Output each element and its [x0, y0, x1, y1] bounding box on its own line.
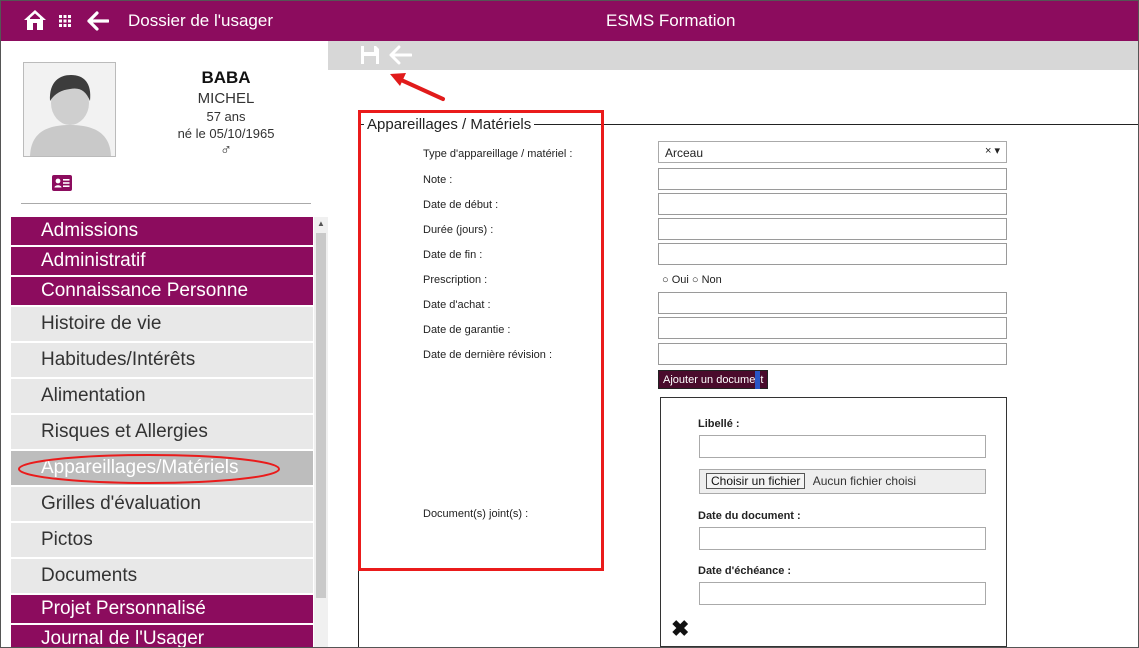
app-window: Dossier de l'usager ESMS Formation BABA … — [0, 0, 1139, 648]
back-arrow-icon[interactable] — [87, 10, 109, 32]
purchase-date-input[interactable] — [658, 292, 1007, 314]
delete-document-icon[interactable]: ✖ — [671, 616, 689, 642]
navigation-menu: Admissions Administratif Connaissance Pers… — [11, 217, 313, 648]
note-input[interactable] — [658, 168, 1007, 190]
page-title: Dossier de l'usager — [128, 11, 273, 30]
sidebar-item-risques-et-allergies[interactable]: Risques et Allergies — [11, 415, 313, 451]
sidebar-item-journal-de-l-usager[interactable]: Journal de l'Usager — [11, 625, 313, 648]
sidebar-item-connaissance-personne[interactable]: Connaissance Personne — [11, 277, 313, 307]
sidebar-item-label: Grilles d'évaluation — [41, 493, 201, 514]
sidebar-item-appareillages-materiels[interactable]: Appareillages/Matériels — [11, 451, 313, 487]
label-due-date: Date d'échéance : — [698, 565, 792, 577]
patient-profile: BABA MICHEL 57 ans né le 05/10/1965 ♂ — [1, 41, 328, 214]
sidebar-item-label: Admissions — [41, 220, 139, 241]
sidebar-item-grilles-d-evaluation[interactable]: Grilles d'évaluation — [11, 487, 313, 523]
sidebar-item-alimentation[interactable]: Alimentation — [11, 379, 313, 415]
label-duration: Durée (jours) : — [423, 224, 494, 236]
label-document-title: Libellé : — [698, 418, 740, 430]
radio-yes[interactable]: ○ — [662, 274, 672, 286]
label-revision-date: Date de dernière révision : — [423, 349, 553, 361]
sidebar-item-pictos[interactable]: Pictos — [11, 523, 313, 559]
annotation-arrow-icon — [390, 73, 445, 101]
equipment-type-value: Arceau — [665, 146, 704, 160]
label-purchase-date: Date d'achat : — [423, 299, 491, 311]
grid-menu-icon[interactable] — [58, 14, 72, 28]
sidebar-item-histoire-de-vie[interactable]: Histoire de vie — [11, 307, 313, 343]
add-document-label-end: t — [760, 374, 764, 386]
sidebar-item-label: Appareillages/Matériels — [41, 457, 239, 478]
sidebar-item-label: Administratif — [41, 250, 146, 271]
scrollbar-thumb[interactable] — [316, 233, 326, 598]
sidebar-item-administratif[interactable]: Administratif — [11, 247, 313, 277]
home-icon[interactable] — [23, 8, 47, 32]
equipment-type-select[interactable]: Arceau × ▾ — [658, 141, 1007, 163]
start-date-input[interactable] — [658, 193, 1007, 215]
sidebar-item-label: Projet Personnalisé — [41, 598, 206, 619]
add-document-button[interactable]: Ajouter un docume t — [658, 370, 769, 389]
radio-no[interactable]: ○ — [692, 274, 702, 286]
duration-input[interactable] — [658, 218, 1007, 240]
action-toolbar — [328, 41, 1138, 70]
prescription-radio-group: ○ Oui ○ Non — [662, 274, 722, 286]
male-symbol-icon: ♂ — [220, 142, 232, 159]
choose-file-button[interactable]: Choisir un fichier — [706, 473, 806, 489]
sidebar-item-habitudes-interets[interactable]: Habitudes/Intérêts — [11, 343, 313, 379]
sidebar-item-admissions[interactable]: Admissions — [11, 217, 313, 247]
sidebar-item-label: Pictos — [41, 529, 93, 550]
add-document-label: Ajouter un docume — [663, 374, 756, 386]
radio-yes-label: Oui — [671, 274, 689, 286]
document-title-input[interactable] — [699, 435, 986, 458]
select-clear-dropdown-icon[interactable]: × ▾ — [985, 144, 1000, 157]
return-arrow-icon[interactable] — [388, 44, 412, 66]
top-bar: Dossier de l'usager ESMS Formation — [1, 1, 1138, 41]
save-icon[interactable] — [360, 45, 380, 65]
sidebar: BABA MICHEL 57 ans né le 05/10/1965 ♂ Ad… — [1, 41, 328, 648]
label-start-date: Date de début : — [423, 199, 499, 211]
radio-no-label: Non — [701, 274, 722, 286]
sidebar-item-label: Connaissance Personne — [41, 280, 249, 301]
file-picker: Choisir un fichier Aucun fichier choisi — [699, 469, 986, 494]
sidebar-item-projet-personnalise[interactable]: Projet Personnalisé — [11, 595, 313, 625]
label-warranty-date: Date de garantie : — [423, 324, 511, 336]
sidebar-item-label: Risques et Allergies — [41, 421, 208, 442]
patient-first-name: MICHEL — [197, 90, 255, 107]
patient-last-name: BABA — [201, 68, 251, 87]
scroll-up-icon[interactable]: ▲ — [317, 219, 325, 228]
label-attached-documents: Document(s) joint(s) : — [423, 508, 529, 520]
sidebar-item-documents[interactable]: Documents — [11, 559, 313, 595]
sidebar-item-label: Journal de l'Usager — [41, 628, 205, 648]
warranty-date-input[interactable] — [658, 317, 1007, 339]
label-note: Note : — [423, 174, 453, 186]
revision-date-input[interactable] — [658, 343, 1007, 365]
due-date-input[interactable] — [699, 582, 986, 605]
highlight-box — [358, 110, 604, 571]
sidebar-scrollbar[interactable]: ▲ — [314, 217, 328, 647]
label-prescription: Prescription : — [423, 274, 488, 286]
avatar — [23, 62, 116, 157]
organization-name: ESMS Formation — [606, 11, 736, 30]
document-panel: Libellé : Choisir un fichier Aucun fichi… — [660, 397, 1007, 647]
no-file-text: Aucun fichier choisi — [812, 474, 917, 488]
person-silhouette-icon — [24, 63, 115, 156]
label-equipment-type: Type d'appareillage / matériel : — [423, 148, 573, 160]
profile-divider — [21, 203, 311, 204]
patient-age: 57 ans — [206, 109, 246, 124]
sidebar-item-label: Documents — [41, 565, 138, 586]
sidebar-item-label: Habitudes/Intérêts — [41, 349, 196, 370]
label-end-date: Date de fin : — [423, 249, 483, 261]
document-date-input[interactable] — [699, 527, 986, 550]
patient-identity: BABA MICHEL 57 ans né le 05/10/1965 ♂ — [151, 68, 301, 160]
id-card-icon[interactable] — [52, 175, 72, 191]
sidebar-item-label: Alimentation — [41, 385, 146, 406]
patient-birth-date: né le 05/10/1965 — [177, 126, 275, 141]
sidebar-item-label: Histoire de vie — [41, 313, 162, 334]
end-date-input[interactable] — [658, 243, 1007, 265]
label-document-date: Date du document : — [698, 510, 801, 522]
